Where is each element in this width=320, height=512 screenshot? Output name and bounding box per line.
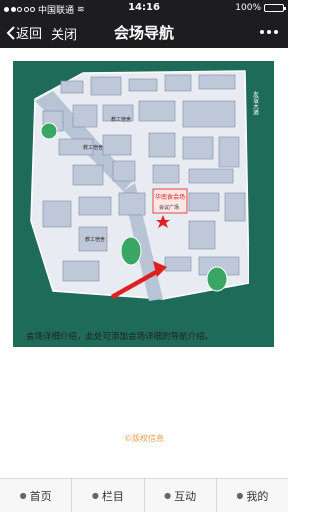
copyright-text[interactable]: ©版权信息 — [0, 433, 288, 444]
circle-icon: ● — [164, 491, 172, 500]
map-label-a: 教工宿舍 — [111, 116, 131, 123]
circle-icon: ● — [19, 491, 27, 500]
battery-percent: 100% — [235, 3, 261, 13]
map-label-c: 教工宿舍 — [85, 236, 105, 243]
nav-bar: 返回 关闭 会场导航 — [0, 16, 288, 48]
map-venue-label: 华南食会场 — [155, 193, 185, 201]
tab-columns[interactable]: ● 栏目 — [72, 479, 145, 512]
tab-columns-label: 栏目 — [101, 489, 124, 503]
tab-home-label: 首页 — [29, 489, 52, 503]
circle-icon: ● — [236, 491, 244, 500]
map-road-label: 友谊大道 — [252, 90, 259, 116]
page-title: 会场导航 — [113, 24, 174, 42]
map-venue-sub-label: 会议广场 — [159, 204, 179, 211]
bottom-tab-bar: ● 首页 ● 栏目 ● 互动 ● 我的 — [0, 478, 288, 512]
tab-mine[interactable]: ● 我的 — [217, 479, 288, 512]
map-illustration: 华南食会场 会议广场 教工宿舍 教工宿舍 教工宿舍 友谊大道 — [13, 61, 274, 314]
map-label-b: 教工宿舍 — [83, 144, 103, 151]
circle-icon: ● — [91, 491, 99, 500]
tab-interact-label: 互动 — [174, 489, 197, 503]
tab-home[interactable]: ● 首页 — [0, 479, 73, 512]
battery-icon — [264, 4, 286, 12]
tab-mine-label: 我的 — [246, 489, 269, 503]
map-caption: 会场详细介绍，此处可添加会场详细的导航介绍。 — [26, 332, 214, 342]
tab-interact[interactable]: ● 互动 — [145, 479, 217, 512]
status-bar: 中国联通 ≋ 14:16 100% — [0, 0, 288, 16]
more-icon[interactable] — [260, 30, 278, 34]
venue-map[interactable]: 华南食会场 会议广场 教工宿舍 教工宿舍 教工宿舍 友谊大道 会场详细介绍，此处… — [13, 61, 274, 347]
content-area: 华南食会场 会议广场 教工宿舍 教工宿舍 教工宿舍 友谊大道 会场详细介绍，此处… — [0, 48, 288, 478]
